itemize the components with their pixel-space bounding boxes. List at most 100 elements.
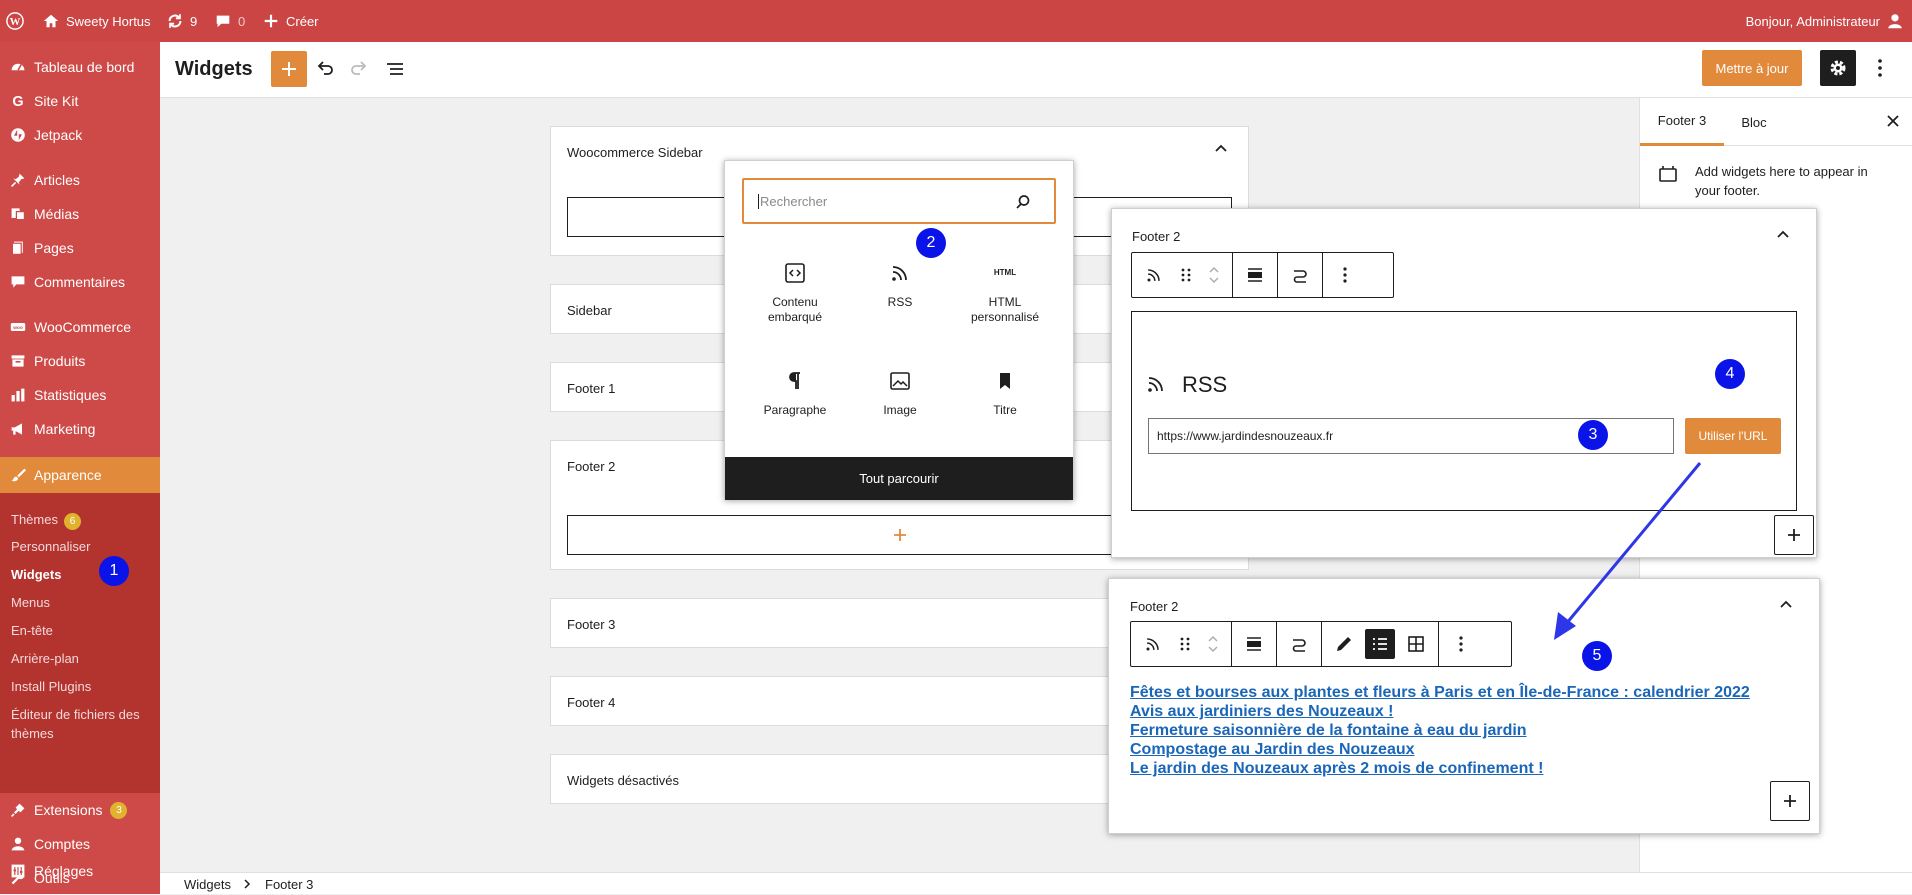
nav-extensions[interactable]: Extensions 3 bbox=[0, 793, 160, 827]
settings-toggle-button[interactable] bbox=[1820, 50, 1856, 86]
dashboard-icon bbox=[11, 63, 25, 71]
collapse-chevron-icon[interactable] bbox=[1214, 143, 1228, 153]
html-icon: HTML bbox=[993, 268, 1017, 277]
rss-icon bbox=[892, 266, 907, 281]
submenu-background[interactable]: Arrière-plan bbox=[11, 651, 79, 666]
nav-articles[interactable]: Articles bbox=[0, 163, 160, 197]
align-button[interactable] bbox=[1237, 253, 1273, 297]
align-button[interactable] bbox=[1236, 622, 1272, 666]
move-buttons[interactable] bbox=[1200, 253, 1228, 297]
extensions-badge: 3 bbox=[110, 801, 128, 819]
chevron-up-icon[interactable] bbox=[1776, 229, 1790, 239]
submenu-widgets[interactable]: Widgets bbox=[11, 567, 61, 582]
tab-footer-3[interactable]: Footer 3 bbox=[1640, 98, 1724, 146]
wordpress-logo-icon[interactable]: W bbox=[6, 0, 24, 42]
browse-all-button[interactable]: Tout parcourir bbox=[725, 457, 1073, 500]
rss-feed-panel: Footer 2 Fêtes et bourses aux plantes et… bbox=[1108, 578, 1820, 834]
admin-sidebar: Tableau de bord G Site Kit Jetpack Artic… bbox=[0, 42, 160, 894]
inserter-block-image[interactable]: Image bbox=[850, 369, 950, 418]
more-block-options-button[interactable] bbox=[1443, 622, 1479, 666]
close-sidebar-button[interactable] bbox=[1886, 114, 1900, 128]
site-name-link[interactable]: Sweety Hortus bbox=[42, 0, 151, 42]
feed-item-link[interactable]: Compostage au Jardin des Nouzeaux bbox=[1130, 740, 1750, 759]
submenu-header[interactable]: En-tête bbox=[11, 623, 53, 638]
comment-icon bbox=[11, 276, 25, 288]
feed-item-link[interactable]: Avis aux jardiniers des Nouzeaux ! bbox=[1130, 702, 1750, 721]
update-button[interactable]: Mettre à jour bbox=[1702, 50, 1802, 86]
submenu-themes[interactable]: Thèmes 6 bbox=[11, 512, 81, 530]
transform-button[interactable] bbox=[1281, 622, 1317, 666]
submenu-theme-editor[interactable]: Éditeur de fichiers des bbox=[11, 707, 140, 722]
transform-button[interactable] bbox=[1282, 253, 1318, 297]
redo-button[interactable] bbox=[348, 58, 370, 80]
search-input[interactable]: Rechercher bbox=[742, 178, 1056, 224]
list-view-toggle[interactable] bbox=[1365, 629, 1395, 659]
tab-block[interactable]: Bloc bbox=[1724, 98, 1784, 146]
svg-text:G: G bbox=[12, 94, 23, 109]
greeting: Bonjour, Administrateur bbox=[1745, 13, 1880, 29]
paintbrush-icon bbox=[11, 468, 26, 482]
block-type-button[interactable] bbox=[1136, 253, 1172, 297]
undo-button[interactable] bbox=[314, 58, 336, 80]
more-block-options-button[interactable] bbox=[1327, 253, 1363, 297]
nav-marketing[interactable]: Marketing bbox=[0, 412, 160, 446]
nav-appearance[interactable]: Apparence bbox=[0, 457, 160, 493]
submenu-install-plugins[interactable]: Install Plugins bbox=[11, 679, 91, 694]
inserter-block-embed[interactable]: Contenu embarqué bbox=[745, 261, 845, 325]
inserter-block-custom-html[interactable]: HTML HTML personnalisé bbox=[955, 261, 1055, 325]
drag-handle[interactable] bbox=[1172, 253, 1200, 297]
align-none-icon bbox=[1247, 637, 1261, 651]
submenu-customize[interactable]: Personnaliser bbox=[11, 539, 91, 554]
account-link[interactable]: Bonjour, Administrateur bbox=[1746, 0, 1904, 42]
breadcrumb-root[interactable]: Widgets bbox=[184, 877, 231, 892]
nav-pages[interactable]: Pages bbox=[0, 231, 160, 265]
block-toolbar bbox=[1131, 252, 1394, 298]
user-icon bbox=[1888, 14, 1902, 29]
nav-woocommerce[interactable]: woo WooCommerce bbox=[0, 310, 160, 344]
nav-products[interactable]: Produits bbox=[0, 344, 160, 378]
nav-jetpack[interactable]: Jetpack bbox=[0, 118, 160, 152]
nav-settings[interactable]: Réglages bbox=[0, 854, 160, 888]
move-buttons[interactable] bbox=[1199, 622, 1227, 666]
nav-medias[interactable]: Médias bbox=[0, 197, 160, 231]
feed-item-link[interactable]: Fermeture saisonnière de la fontaine à e… bbox=[1130, 721, 1750, 740]
inserter-block-rss[interactable]: RSS bbox=[850, 261, 950, 310]
use-url-button[interactable]: Utiliser l'URL bbox=[1685, 418, 1781, 454]
inserter-block-paragraph[interactable]: Paragraphe bbox=[745, 369, 845, 418]
nav-comments[interactable]: Commentaires bbox=[0, 265, 160, 299]
annotation-marker-1: 1 bbox=[99, 556, 129, 586]
rss-icon bbox=[1146, 638, 1159, 651]
more-options-button[interactable] bbox=[1870, 56, 1890, 80]
plus-icon bbox=[893, 529, 906, 541]
nav-site-kit[interactable]: G Site Kit bbox=[0, 84, 160, 118]
feed-item-link[interactable]: Fêtes et bourses aux plantes et fleurs à… bbox=[1130, 683, 1750, 702]
grid-view-toggle[interactable] bbox=[1398, 622, 1434, 666]
add-block-button[interactable] bbox=[1770, 781, 1810, 821]
edit-button[interactable] bbox=[1326, 622, 1362, 666]
panel-title: Footer 2 bbox=[1130, 599, 1179, 614]
nav-dashboard[interactable]: Tableau de bord bbox=[0, 50, 160, 84]
rss-icon bbox=[1148, 377, 1163, 392]
woo-icon: woo bbox=[10, 323, 26, 331]
drag-handle[interactable] bbox=[1171, 622, 1199, 666]
add-block-button[interactable] bbox=[271, 51, 307, 87]
settings-icon bbox=[11, 864, 25, 878]
add-block-button[interactable] bbox=[1774, 515, 1814, 555]
user-icon bbox=[11, 837, 25, 851]
block-label: Contenu bbox=[772, 295, 818, 309]
bookmark-icon bbox=[1000, 373, 1010, 389]
updates-link[interactable]: 9 bbox=[166, 0, 197, 42]
chevron-up-icon[interactable] bbox=[1779, 599, 1793, 609]
nav-statistics[interactable]: Statistiques bbox=[0, 378, 160, 412]
block-type-button[interactable] bbox=[1135, 622, 1171, 666]
link-loop-icon bbox=[1293, 270, 1307, 283]
area-description: Add widgets here to appear in your foote… bbox=[1695, 164, 1868, 198]
list-view-button[interactable] bbox=[384, 58, 406, 80]
comments-link[interactable]: 0 bbox=[214, 0, 245, 42]
submenu-theme-editor-line2[interactable]: thèmes bbox=[11, 726, 54, 741]
create-link[interactable]: Créer bbox=[262, 0, 319, 42]
feed-item-link[interactable]: Le jardin des Nouzeaux après 2 mois de c… bbox=[1130, 759, 1750, 778]
editor-header: Widgets Mettre à jour bbox=[160, 42, 1912, 98]
submenu-menus[interactable]: Menus bbox=[11, 595, 50, 610]
inserter-block-heading[interactable]: Titre bbox=[955, 369, 1055, 418]
